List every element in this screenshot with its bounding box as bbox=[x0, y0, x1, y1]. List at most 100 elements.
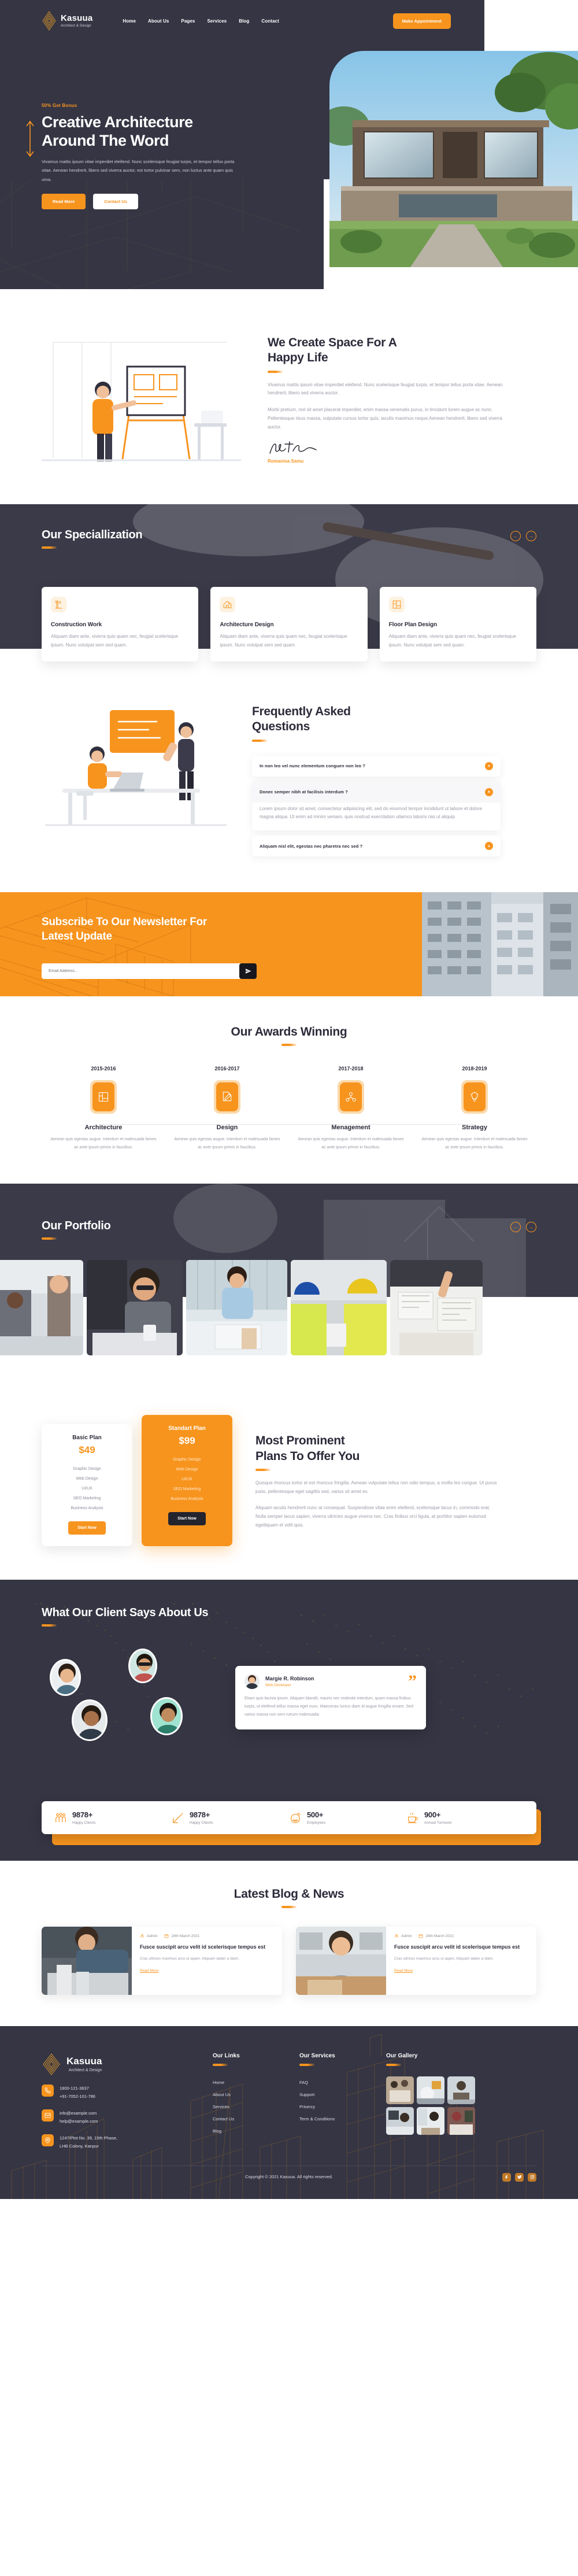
facebook-icon[interactable] bbox=[502, 2172, 511, 2182]
footer-bottom-bar: Copyright © 2021 Kasuua. All rights rese… bbox=[42, 2165, 536, 2182]
footer-link-contact-us[interactable]: Contact Us bbox=[213, 2113, 283, 2125]
footer-logo[interactable]: Kasuua Architect & Design bbox=[42, 2053, 197, 2076]
footer-service-terms[interactable]: Term & Conditions bbox=[299, 2113, 370, 2125]
design-pen-icon bbox=[216, 1082, 238, 1112]
hero-kicker: 50% Get Bonus bbox=[42, 103, 77, 108]
gallery-thumb[interactable] bbox=[417, 2107, 444, 2135]
nav-item-services[interactable]: Services bbox=[207, 19, 227, 24]
newsletter-email-input[interactable] bbox=[42, 963, 242, 980]
portfolio-item[interactable] bbox=[186, 1260, 287, 1356]
footer-social-links bbox=[502, 2172, 536, 2182]
about-title-underline bbox=[268, 370, 283, 373]
site-logo[interactable]: Kasuua Architect & Design bbox=[42, 11, 92, 31]
portfolio-next-arrow-icon[interactable]: → bbox=[526, 1222, 536, 1233]
plan-start-now-button[interactable]: Start Now bbox=[68, 1521, 106, 1535]
specialization-prev-arrow-icon[interactable]: ← bbox=[510, 531, 521, 541]
user-icon bbox=[395, 1934, 398, 1938]
faq-question-row[interactable]: Donec semper nibh at facilisis interdum … bbox=[252, 782, 501, 803]
gallery-thumb[interactable] bbox=[386, 2107, 414, 2135]
portfolio-carousel bbox=[0, 1260, 578, 1356]
about-paragraph-1: Vivamus mattis ipsum vitae imperdiet ele… bbox=[268, 382, 503, 396]
faq-question-row[interactable]: In non leo vel nunc elementum conguen no… bbox=[252, 756, 501, 777]
nav-item-home[interactable]: Home bbox=[123, 19, 136, 24]
portfolio-item[interactable] bbox=[87, 1260, 183, 1356]
gallery-thumb[interactable] bbox=[447, 2107, 475, 2135]
award-desc: Aenean quis egestas augue. Interdum et m… bbox=[298, 1137, 404, 1150]
avatar[interactable] bbox=[50, 1659, 81, 1697]
signature-block: Romanisa Samu bbox=[268, 441, 510, 464]
top-navigation-bar: Kasuua Architect & Design Home About Us … bbox=[0, 0, 484, 42]
plan-feature: Web Design bbox=[176, 1468, 198, 1472]
faq-item[interactable]: Aliquam nisl elit, egestas nec pharetra … bbox=[252, 836, 501, 857]
faq-title: Frequently Asked Questions bbox=[252, 704, 501, 735]
quote-mark-icon: ” bbox=[408, 1672, 417, 1691]
footer-link-blog[interactable]: Blog bbox=[213, 2125, 283, 2137]
award-connector-line bbox=[227, 1124, 351, 1125]
blog-card-excerpt: Cras ultrices maximus arcu ut aqam. Aliq… bbox=[140, 1957, 239, 1961]
footer-brand-column: Kasuua Architect & Design 1800-121-3637 … bbox=[42, 2053, 197, 2150]
avatar[interactable] bbox=[72, 1699, 108, 1742]
stat-value: 9878+ bbox=[190, 1810, 210, 1820]
footer-service-privacy[interactable]: Privercy bbox=[299, 2101, 370, 2113]
faq-item[interactable]: In non leo vel nunc elementum conguen no… bbox=[252, 755, 501, 777]
stats-bar: 9878+ Happy Clients 9878+ Happy Clients bbox=[42, 1801, 536, 1835]
avatar[interactable] bbox=[150, 1697, 183, 1736]
footer-service-support[interactable]: Support bbox=[299, 2089, 370, 2101]
portfolio-item[interactable] bbox=[390, 1260, 483, 1356]
hero-contact-us-button[interactable]: Contact Us bbox=[93, 193, 138, 209]
nav-item-pages[interactable]: Pages bbox=[181, 19, 195, 24]
specialization-next-arrow-icon[interactable]: → bbox=[526, 531, 536, 541]
faq-expand-icon[interactable]: + bbox=[485, 762, 493, 770]
portfolio-item[interactable] bbox=[291, 1260, 387, 1356]
logo-diamond-icon bbox=[43, 2053, 60, 2076]
footer-service-faq[interactable]: FAQ bbox=[299, 2076, 370, 2089]
about-text-block: We Create Space For A Happy Life Vivamus… bbox=[268, 325, 510, 464]
blog-read-more-link[interactable]: Read More bbox=[140, 1969, 158, 1973]
footer-phone-1[interactable]: 1800-121-3637 bbox=[60, 2085, 95, 2093]
calendar-icon bbox=[165, 1934, 169, 1938]
portfolio-item[interactable] bbox=[0, 1260, 83, 1356]
pricing-title-line1: Most Prominent bbox=[255, 1434, 345, 1448]
gallery-thumb[interactable] bbox=[417, 2076, 444, 2105]
specialization-cards: Construction Work Aliquam diam ante, viv… bbox=[42, 587, 536, 661]
blog-read-more-link[interactable]: Read More bbox=[394, 1969, 413, 1973]
faq-expand-icon[interactable]: + bbox=[485, 842, 493, 851]
gallery-thumb[interactable] bbox=[447, 2076, 475, 2105]
footer-link-home[interactable]: Home bbox=[213, 2076, 283, 2089]
make-appointment-button[interactable]: Make Appointment bbox=[392, 13, 451, 29]
blog-date: 24th March 2021 bbox=[164, 1934, 199, 1938]
avatar[interactable] bbox=[128, 1649, 157, 1684]
portfolio-title: Our Portfolio bbox=[42, 1219, 111, 1233]
hero-read-more-button[interactable]: Read More bbox=[42, 193, 86, 209]
blog-title-underline bbox=[281, 1906, 297, 1909]
footer-email-2[interactable]: help@example.com bbox=[60, 2117, 98, 2126]
management-icon bbox=[340, 1082, 362, 1112]
faq-question-row[interactable]: Aliquam nisl elit, egestas nec pharetra … bbox=[252, 836, 501, 856]
footer-email-1[interactable]: info@example.com bbox=[60, 2109, 98, 2117]
footer-link-about-us[interactable]: About Us bbox=[213, 2089, 283, 2101]
specialization-card[interactable]: Architecture Design Aliquam diam ante, v… bbox=[210, 587, 368, 661]
gallery-thumb[interactable] bbox=[386, 2076, 414, 2105]
portfolio-prev-arrow-icon[interactable]: ← bbox=[510, 1222, 521, 1233]
stat-label: Happy Clients bbox=[72, 1821, 96, 1825]
blog-card[interactable]: Admin 24th March 2021 Fusce suscipit arc… bbox=[296, 1927, 536, 1995]
awards-section: Our Awards Winning 2015-2016 Architectur… bbox=[0, 996, 578, 1184]
plan-start-now-button[interactable]: Start Now bbox=[168, 1512, 206, 1526]
footer-link-services[interactable]: Services bbox=[213, 2101, 283, 2113]
footer-gallery-column: Our Gallery bbox=[386, 2053, 475, 2150]
blog-section: Latest Blog & News Admin 24th March 2021… bbox=[0, 1861, 578, 2026]
faq-collapse-icon[interactable]: × bbox=[485, 788, 493, 796]
nav-item-about-us[interactable]: About Us bbox=[148, 19, 169, 24]
newsletter-submit-button[interactable] bbox=[239, 963, 257, 980]
specialization-card[interactable]: Construction Work Aliquam diam ante, viv… bbox=[42, 587, 199, 661]
instagram-icon[interactable] bbox=[528, 2172, 536, 2182]
specialization-card[interactable]: Floor Plan Design Aliquam diam ante, viv… bbox=[379, 587, 536, 661]
blog-card[interactable]: Admin 24th March 2021 Fusce suscipit arc… bbox=[42, 1927, 282, 1995]
nav-item-contact[interactable]: Contact bbox=[261, 19, 279, 24]
faq-item[interactable]: Donec semper nibh at facilisis interdum … bbox=[252, 781, 501, 831]
blog-card-body: Admin 24th March 2021 Fusce suscipit arc… bbox=[386, 1927, 536, 1995]
nav-item-blog[interactable]: Blog bbox=[239, 19, 249, 24]
twitter-icon[interactable] bbox=[515, 2172, 524, 2182]
footer-phone-2[interactable]: +91-7052-101-786 bbox=[60, 2093, 95, 2101]
hero-title: Creative Architecture Around The Word bbox=[42, 113, 250, 150]
